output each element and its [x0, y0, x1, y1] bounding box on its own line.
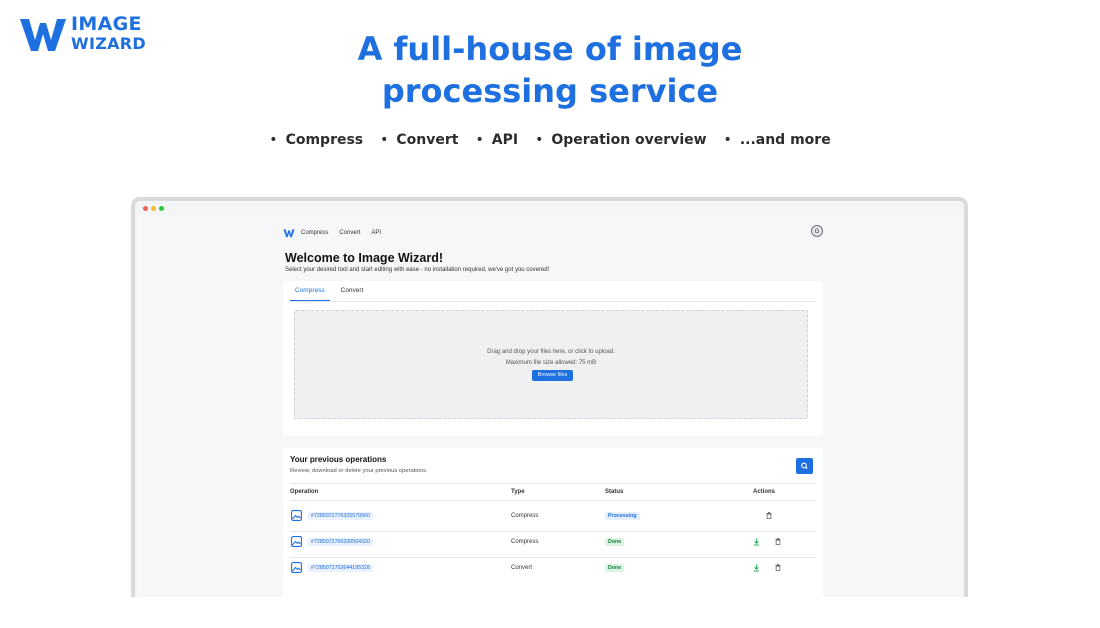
- table-row[interactable]: #7285072702644195328 Convert Done: [290, 556, 816, 582]
- operation-type: Compress: [511, 513, 539, 519]
- browser-viewport: Compress Convert API G Welcome to Image …: [137, 215, 962, 628]
- download-icon[interactable]: [753, 564, 760, 572]
- image-icon: [291, 562, 302, 573]
- tab-compress[interactable]: Compress: [290, 281, 330, 301]
- image-icon: [291, 536, 302, 547]
- feature-list: Compress Convert API Operation overview …: [0, 132, 1100, 148]
- feature-convert: Convert: [380, 132, 458, 148]
- close-dot: [143, 206, 148, 211]
- feature-operation-overview: Operation overview: [535, 132, 706, 148]
- dropzone-instructions: Drag and drop your files here, or click …: [487, 349, 615, 355]
- nav-link-compress[interactable]: Compress: [301, 230, 328, 236]
- operations-card: Your previous operations Review, downloa…: [283, 448, 823, 628]
- hero-line1: A full-house of image: [357, 30, 743, 68]
- page-title: Welcome to Image Wizard!: [285, 251, 444, 265]
- trash-icon[interactable]: [775, 564, 781, 571]
- browse-files-button[interactable]: Browse files: [532, 370, 573, 381]
- tool-tabs: Compress Convert: [290, 281, 374, 301]
- status-badge: Done: [605, 564, 625, 572]
- operations-subtitle: Review, download or delete your previous…: [290, 468, 428, 474]
- feature-compress: Compress: [269, 132, 364, 148]
- column-header-type: Type: [511, 489, 525, 495]
- download-icon[interactable]: [753, 538, 760, 546]
- app-page: Compress Convert API G Welcome to Image …: [283, 215, 823, 628]
- maximize-dot: [159, 206, 164, 211]
- browser-mockup: Compress Convert API G Welcome to Image …: [131, 197, 968, 628]
- nav-link-api[interactable]: API: [371, 230, 381, 236]
- page-subtitle: Select your desired tool and start editi…: [285, 267, 550, 273]
- upload-card: Compress Convert Drag and drop your file…: [283, 281, 823, 436]
- operations-title: Your previous operations: [290, 455, 387, 464]
- operation-type: Convert: [511, 565, 533, 571]
- tabs-divider: [290, 301, 816, 302]
- tab-convert[interactable]: Convert: [336, 281, 369, 301]
- search-icon: [801, 462, 808, 470]
- trash-icon[interactable]: [775, 538, 781, 545]
- hero-line2: processing service: [381, 72, 719, 110]
- table-row[interactable]: #7285072776325570560 Compress Processing: [290, 504, 816, 530]
- feature-api: API: [475, 132, 518, 148]
- status-badge: Processing: [605, 512, 640, 520]
- operation-type: Compress: [511, 539, 539, 545]
- operation-id[interactable]: #7285072702644195328: [308, 564, 373, 572]
- table-header-divider: [290, 500, 816, 501]
- table-row[interactable]: #7285072766200504320 Compress Done: [290, 530, 816, 556]
- window-controls: [143, 206, 164, 211]
- trash-icon[interactable]: [766, 512, 772, 519]
- dropzone-size-limit: Maximum file size allowed: 75 mB: [505, 360, 597, 366]
- user-avatar[interactable]: G: [811, 225, 823, 237]
- column-header-status: Status: [605, 489, 624, 495]
- search-button[interactable]: [796, 458, 813, 474]
- nav-link-convert[interactable]: Convert: [339, 230, 360, 236]
- minimize-dot: [151, 206, 156, 211]
- feature-more: ...and more: [724, 132, 831, 148]
- operation-id[interactable]: #7285072766200504320: [308, 538, 373, 546]
- app-logo-icon[interactable]: [283, 228, 295, 238]
- hero-headline: A full-house of image processing service: [0, 28, 1100, 112]
- table-top-divider: [290, 483, 816, 484]
- app-top-nav: Compress Convert API G: [283, 225, 823, 241]
- column-header-operation: Operation: [290, 489, 319, 495]
- operation-id[interactable]: #7285072776325570560: [308, 512, 373, 520]
- file-dropzone[interactable]: Drag and drop your files here, or click …: [294, 310, 808, 419]
- column-header-actions: Actions: [753, 489, 776, 495]
- status-badge: Done: [605, 538, 625, 546]
- image-icon: [291, 510, 302, 521]
